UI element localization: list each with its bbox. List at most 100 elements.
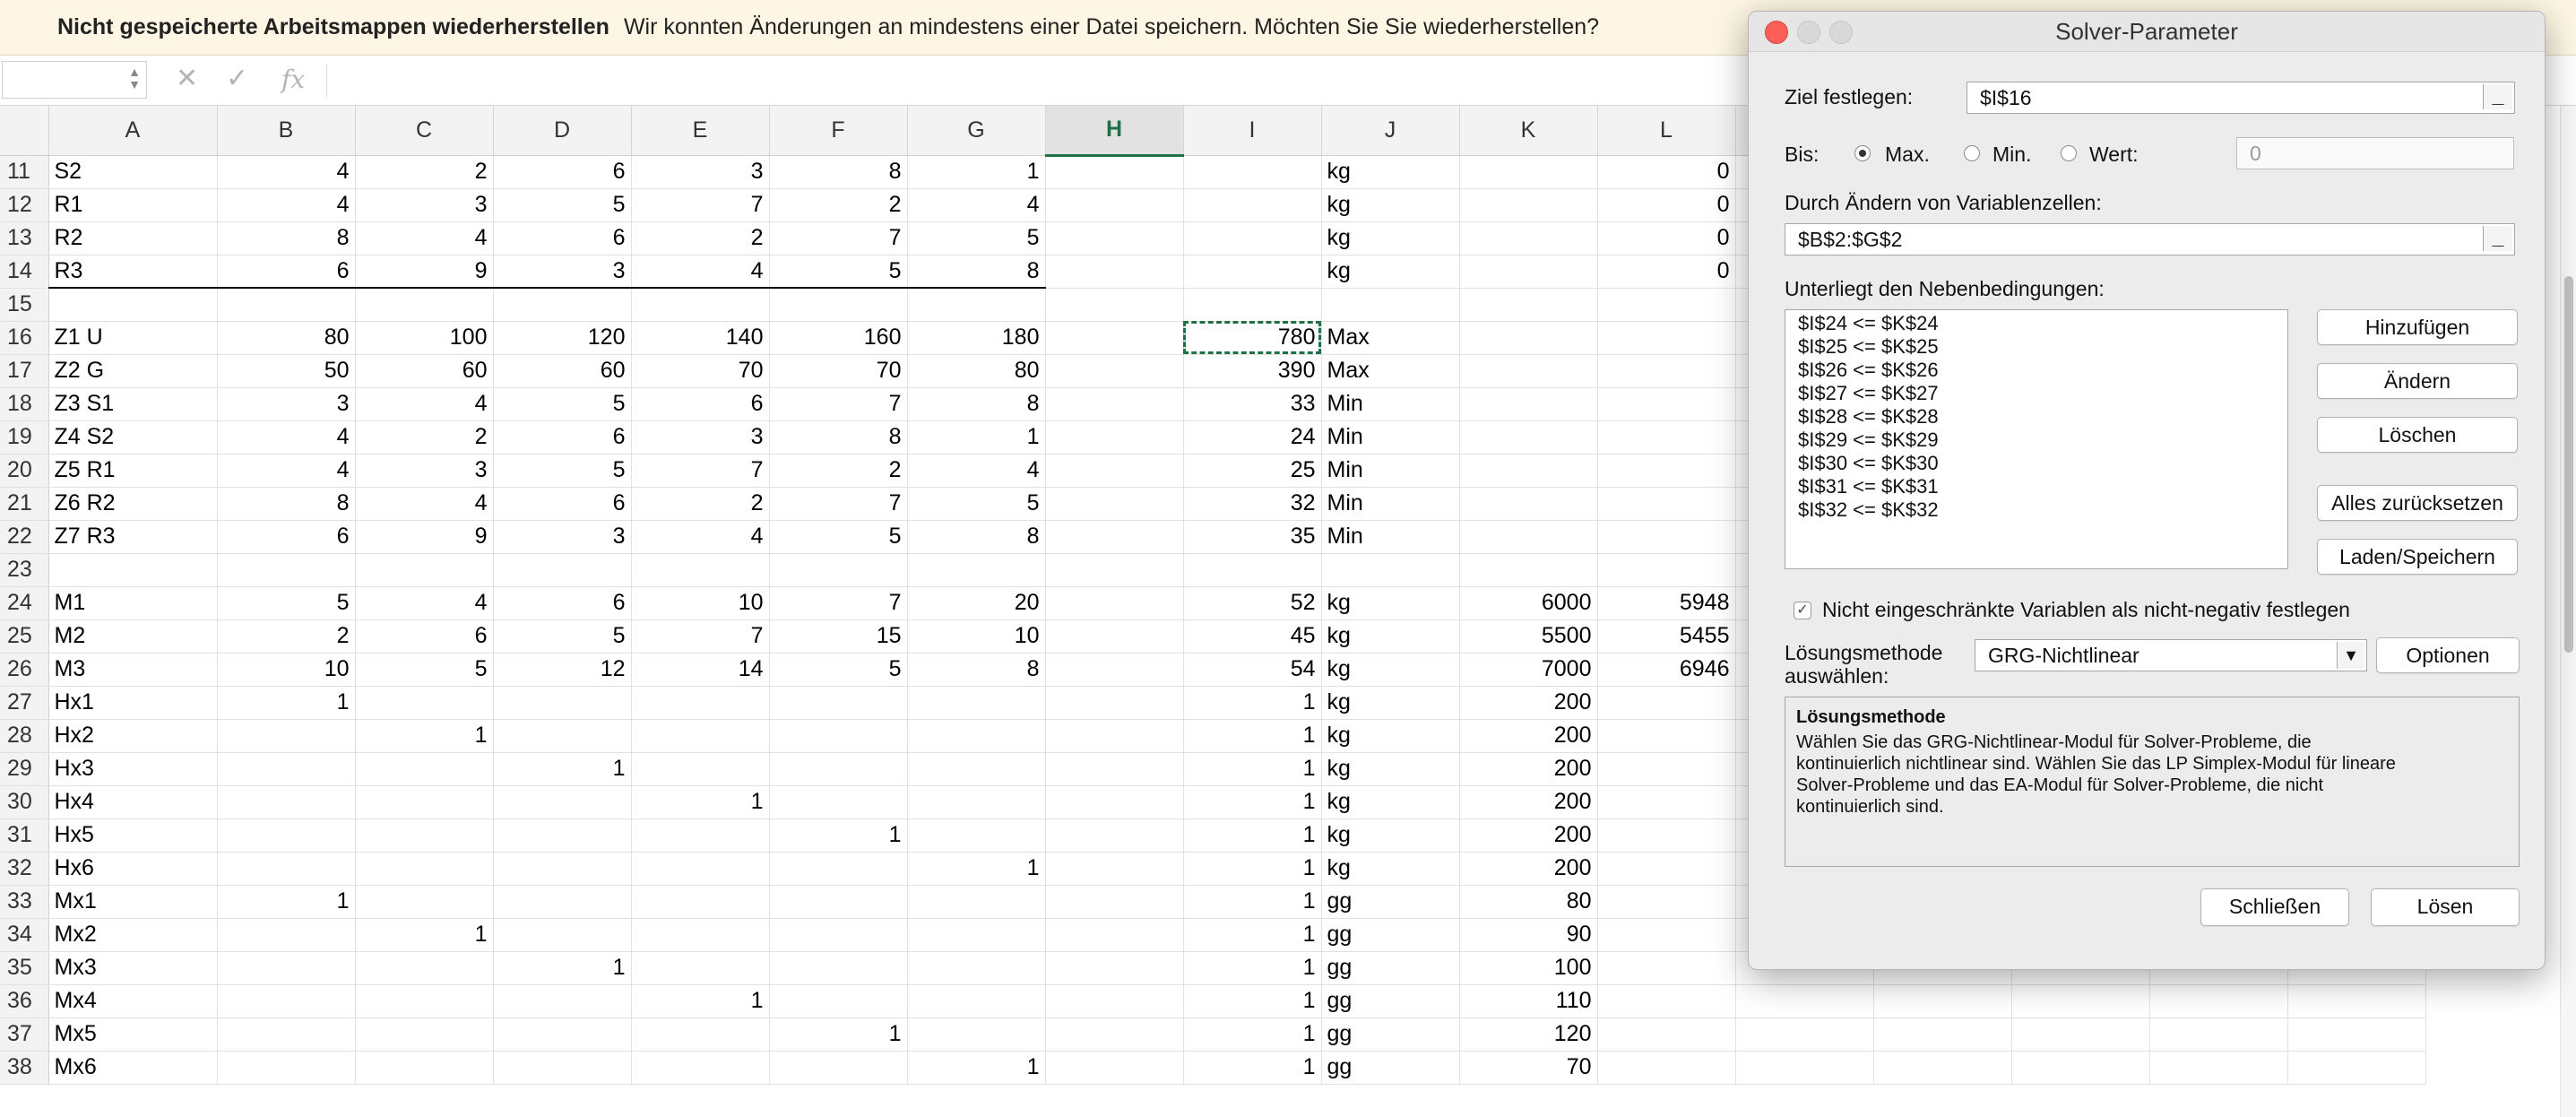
cell[interactable]: [1045, 719, 1184, 753]
cell[interactable]: [769, 918, 908, 952]
cell[interactable]: 1: [1183, 852, 1322, 886]
row-header[interactable]: 34: [0, 918, 49, 952]
cell[interactable]: 3: [355, 454, 494, 488]
name-box-stepper-icon[interactable]: ▲ ▼: [128, 65, 141, 91]
minimize-window-icon[interactable]: [1797, 21, 1820, 44]
cell[interactable]: [1597, 420, 1736, 455]
cell[interactable]: 3: [631, 155, 770, 189]
constraint-item[interactable]: $I$24 <= $K$24: [1798, 312, 2275, 335]
cell[interactable]: 1: [1183, 1051, 1322, 1085]
cell[interactable]: [1459, 321, 1598, 355]
cell[interactable]: [1735, 1017, 1874, 1052]
cell[interactable]: 5: [769, 653, 908, 687]
cell[interactable]: [907, 719, 1046, 753]
constraint-item[interactable]: $I$32 <= $K$32: [1798, 498, 2275, 522]
objective-cell-input[interactable]: $I$16 _: [1967, 82, 2515, 114]
cell[interactable]: [631, 818, 770, 853]
cell[interactable]: 90: [1459, 918, 1598, 952]
cell[interactable]: [1873, 984, 2012, 1018]
cell[interactable]: [907, 818, 1046, 853]
cell[interactable]: [1735, 984, 1874, 1018]
cell[interactable]: 2: [769, 188, 908, 222]
cell[interactable]: Hx1: [48, 686, 218, 720]
row-header[interactable]: 32: [0, 852, 49, 886]
cell[interactable]: [1873, 1017, 2012, 1052]
cell[interactable]: [217, 752, 356, 786]
cell[interactable]: Mx3: [48, 951, 218, 985]
cell[interactable]: [1597, 1017, 1736, 1052]
cell[interactable]: 9: [355, 255, 494, 289]
cell[interactable]: Min: [1321, 454, 1460, 488]
cell[interactable]: [1459, 553, 1598, 587]
cell[interactable]: [1045, 255, 1184, 289]
nonnegative-checkbox[interactable]: ✓: [1794, 602, 1811, 619]
cell[interactable]: Hx3: [48, 752, 218, 786]
row-header[interactable]: 20: [0, 454, 49, 488]
row-header[interactable]: 33: [0, 885, 49, 919]
cell[interactable]: 1: [907, 1051, 1046, 1085]
cell[interactable]: 3: [217, 387, 356, 421]
cell[interactable]: [1597, 520, 1736, 554]
cell[interactable]: 3: [631, 420, 770, 455]
cell[interactable]: 8: [769, 155, 908, 189]
cell[interactable]: Hx5: [48, 818, 218, 853]
cell[interactable]: 1: [907, 155, 1046, 189]
cell[interactable]: 1: [1183, 1017, 1322, 1052]
cell[interactable]: 6: [631, 387, 770, 421]
cell[interactable]: [493, 1017, 632, 1052]
cell[interactable]: [907, 885, 1046, 919]
load-save-button[interactable]: Laden/Speichern: [2317, 539, 2518, 575]
constraint-item[interactable]: $I$25 <= $K$25: [1798, 335, 2275, 359]
cell[interactable]: [2287, 1051, 2426, 1085]
select-all-corner[interactable]: [0, 106, 49, 156]
cell[interactable]: kg: [1321, 818, 1460, 853]
cell[interactable]: 2: [355, 155, 494, 189]
cell[interactable]: [1045, 155, 1184, 189]
cell[interactable]: M2: [48, 619, 218, 654]
row-header[interactable]: 29: [0, 752, 49, 786]
row-header[interactable]: 22: [0, 520, 49, 554]
cell[interactable]: 6: [493, 155, 632, 189]
cell[interactable]: Mx1: [48, 885, 218, 919]
cell[interactable]: [1045, 852, 1184, 886]
cell[interactable]: 70: [631, 354, 770, 388]
cell[interactable]: [493, 288, 632, 322]
cell[interactable]: [1597, 321, 1736, 355]
cell[interactable]: [2011, 1017, 2150, 1052]
cell[interactable]: [1183, 288, 1322, 322]
cell[interactable]: [907, 686, 1046, 720]
cell[interactable]: [1459, 454, 1598, 488]
cell[interactable]: 110: [1459, 984, 1598, 1018]
cell[interactable]: [1735, 1051, 1874, 1085]
cell[interactable]: [1183, 553, 1322, 587]
row-header[interactable]: 15: [0, 288, 49, 322]
cell[interactable]: [1045, 619, 1184, 654]
cell[interactable]: [2011, 984, 2150, 1018]
cell[interactable]: 12: [493, 653, 632, 687]
cell[interactable]: R2: [48, 221, 218, 255]
collapse-dialog-icon[interactable]: _: [2483, 84, 2512, 109]
cell[interactable]: 7: [631, 619, 770, 654]
cell[interactable]: [1597, 387, 1736, 421]
cell[interactable]: 5948: [1597, 586, 1736, 620]
cell[interactable]: 120: [493, 321, 632, 355]
changing-cells-input[interactable]: $B$2:$G$2 _: [1785, 223, 2515, 255]
cell[interactable]: [631, 951, 770, 985]
cell[interactable]: [769, 785, 908, 819]
cell[interactable]: [355, 288, 494, 322]
row-header[interactable]: 37: [0, 1017, 49, 1052]
cell[interactable]: [217, 818, 356, 853]
cell[interactable]: 1: [1183, 686, 1322, 720]
column-header[interactable]: C: [355, 106, 494, 156]
cell[interactable]: 2: [631, 487, 770, 521]
change-constraint-button[interactable]: Ändern: [2317, 363, 2518, 399]
cell[interactable]: 6: [493, 420, 632, 455]
cell[interactable]: 14: [631, 653, 770, 687]
cell[interactable]: 6: [493, 221, 632, 255]
cell[interactable]: 5: [769, 255, 908, 289]
cell[interactable]: [1459, 520, 1598, 554]
cell[interactable]: 7: [769, 586, 908, 620]
cell[interactable]: 25: [1183, 454, 1322, 488]
cell[interactable]: 4: [355, 586, 494, 620]
cell[interactable]: [2287, 1017, 2426, 1052]
